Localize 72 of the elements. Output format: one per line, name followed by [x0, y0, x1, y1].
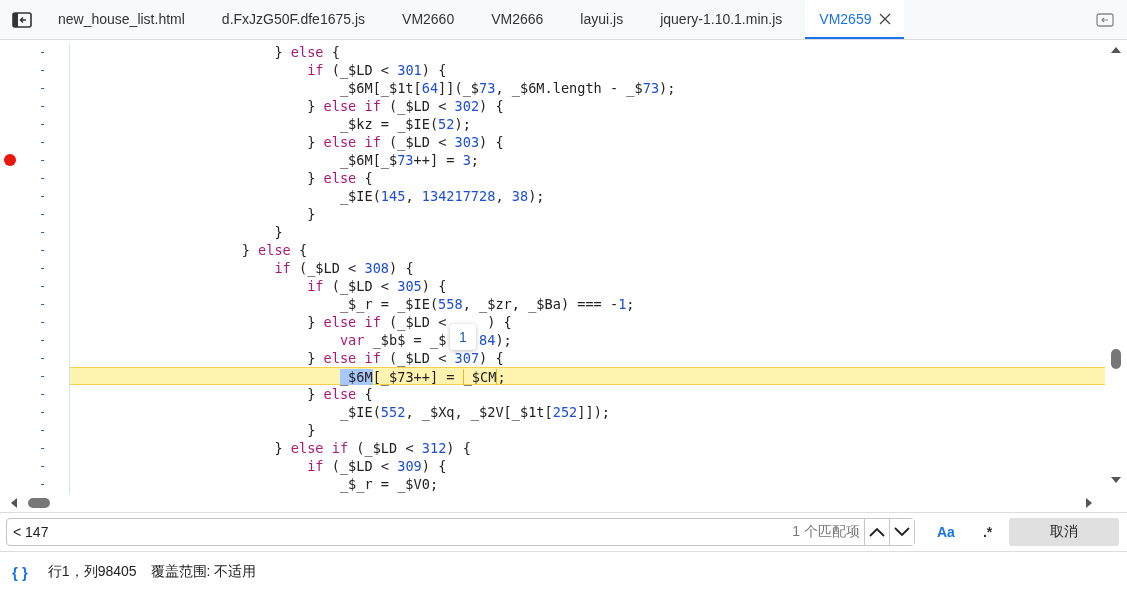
match-tooltip: 1	[450, 324, 476, 350]
line-marker: -	[39, 351, 47, 365]
file-tab[interactable]: VM2666	[477, 0, 557, 39]
line-marker: -	[39, 333, 47, 347]
code-line: } else {	[273, 44, 340, 60]
line-marker: -	[39, 477, 47, 491]
code-line: } else if (_$LD < 303) {	[306, 134, 504, 150]
code-line: _$6M[_$73++] = _$CM;	[338, 369, 506, 385]
line-marker: -	[39, 99, 47, 113]
line-marker: -	[39, 369, 47, 383]
search-box[interactable]: < 147 1 个匹配项	[6, 518, 915, 546]
code-line: }	[306, 206, 316, 222]
line-marker: -	[39, 279, 47, 293]
code-line: if (_$LD < 301) {	[306, 62, 447, 78]
code-line: }	[306, 422, 316, 438]
line-marker: -	[39, 387, 47, 401]
line-marker: -	[39, 441, 47, 455]
cancel-button[interactable]: 取消	[1009, 518, 1119, 546]
code-line: _$6M[_$73++] = 3;	[338, 152, 480, 168]
line-marker: -	[39, 459, 47, 473]
file-tab[interactable]: VM2659	[805, 0, 905, 39]
line-marker: -	[39, 207, 47, 221]
code-line: _$_r = _$IE(558, _$zr, _$Ba) === -1;	[338, 296, 635, 312]
code-line: } else if (_$LD < 307) {	[306, 350, 504, 366]
chevron-down-icon	[894, 527, 910, 537]
line-marker: -	[39, 315, 47, 329]
code-line: 84);	[479, 332, 512, 348]
code-line: } else {	[306, 170, 373, 186]
code-line: _$IE(145, 134217728, 38);	[338, 188, 545, 204]
line-marker: -	[39, 171, 47, 185]
code-line: } else {	[240, 242, 308, 258]
code-line: if (_$LD < 309) {	[306, 458, 447, 474]
line-marker: -	[39, 189, 47, 203]
close-icon[interactable]	[879, 12, 892, 25]
code-line: if (_$LD < 308) {	[273, 260, 414, 276]
code-line: } else {	[306, 386, 373, 402]
file-tab[interactable]: d.FxJzG50F.dfe1675.js	[207, 0, 379, 39]
chevron-up-icon	[869, 527, 885, 537]
code-line: }	[273, 224, 283, 240]
code-line: _$_r = _$V0;	[338, 476, 439, 492]
line-marker: -	[39, 243, 47, 257]
line-marker: -	[39, 63, 47, 77]
code-line: } else if (_$LD < 302) {	[306, 98, 504, 114]
code-line: } else if (_$LD < 312) {	[273, 440, 471, 456]
file-tab[interactable]: new_house_list.html	[44, 0, 198, 39]
code-line: if (_$LD < 305) {	[306, 278, 447, 294]
code-line: _$6M[_$1t[64]](_$73, _$6M.length - _$73);	[338, 80, 676, 96]
cursor-position: 行1，列98405	[47, 563, 137, 581]
line-marker: -	[39, 135, 47, 149]
file-tab[interactable]: layui.js	[566, 0, 637, 39]
pretty-print-button[interactable]: { }	[12, 563, 28, 581]
regex-toggle[interactable]: .*	[976, 520, 999, 544]
line-marker: -	[39, 45, 47, 59]
line-marker: -	[39, 405, 47, 419]
line-marker: -	[39, 297, 47, 311]
match-case-toggle[interactable]: Aa	[931, 520, 961, 544]
search-field[interactable]: < 147	[7, 523, 793, 541]
line-marker: -	[39, 225, 47, 239]
code-line: _$kz = _$IE(52);	[338, 116, 471, 132]
breakpoint-marker[interactable]	[4, 154, 16, 166]
code-line: _$IE(552, _$Xq, _$2V[_$1t[252]]);	[338, 404, 611, 420]
file-tab[interactable]: VM2660	[388, 0, 468, 39]
match-count: 1 个匹配项	[792, 523, 861, 541]
line-marker: -	[39, 423, 47, 437]
line-marker: -	[39, 153, 47, 167]
line-marker: -	[39, 261, 47, 275]
next-match-button[interactable]	[889, 519, 914, 545]
line-marker: -	[39, 117, 47, 131]
coverage-status: 覆盖范围: 不适用	[150, 563, 257, 581]
file-tab[interactable]: jquery-1.10.1.min.js	[646, 0, 796, 39]
code-line: var _$b$ = _$	[338, 332, 447, 348]
line-marker: -	[39, 81, 47, 95]
